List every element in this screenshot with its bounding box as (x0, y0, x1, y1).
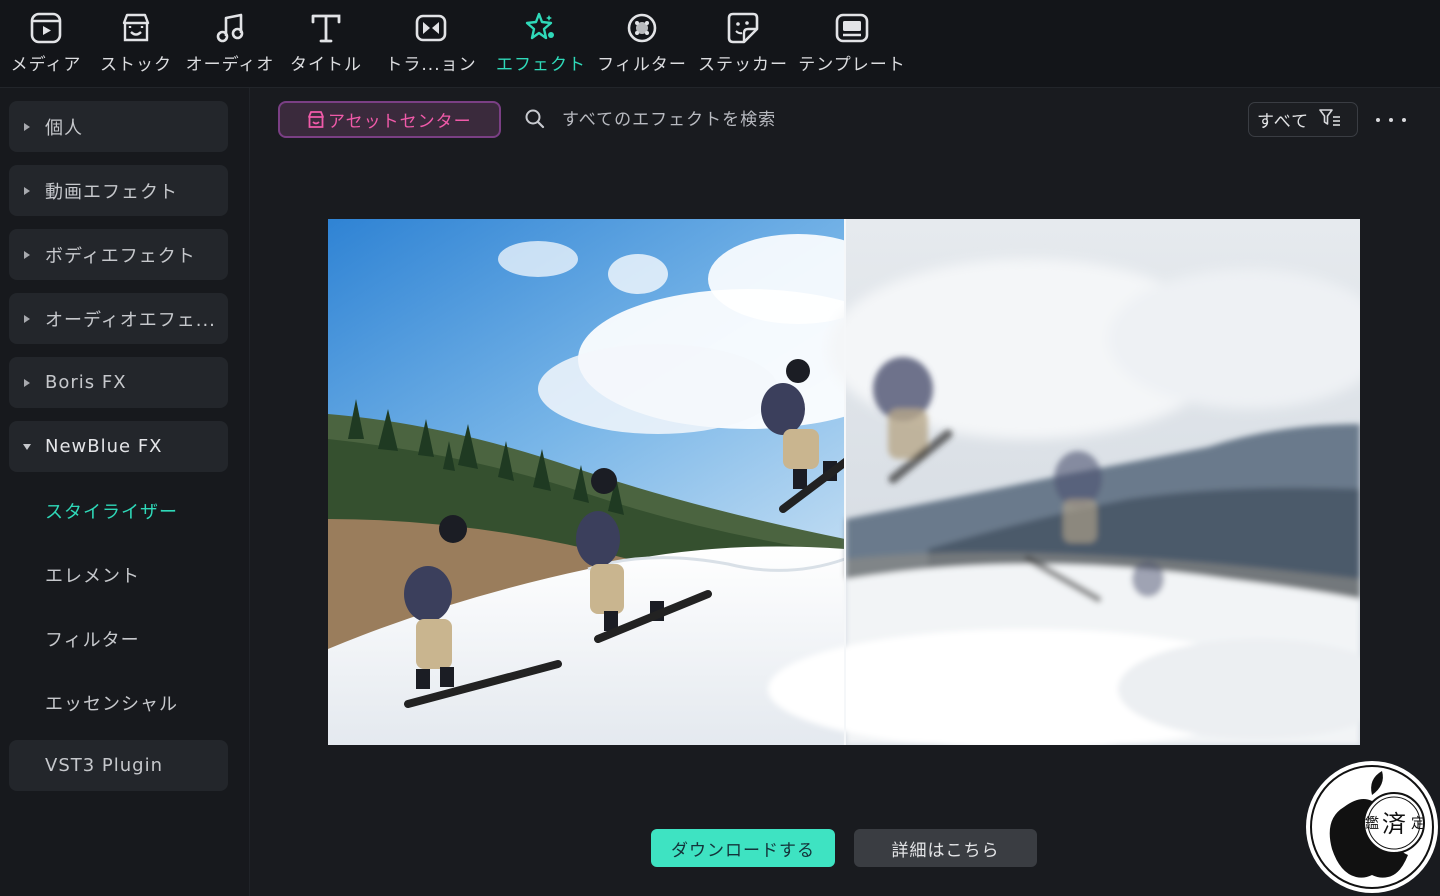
watermark-text-left: 鑑 (1365, 815, 1379, 832)
asset-center-label: アセットセンター (328, 112, 472, 132)
media-icon (26, 8, 66, 48)
asset-center-button[interactable]: アセットセンター (278, 101, 501, 138)
sidebar-category-personal[interactable]: 個人 (9, 101, 228, 152)
sidebar-category-label: Boris FX (45, 372, 127, 393)
sidebar-category-body-effects[interactable]: ボディエフェクト (9, 229, 228, 280)
sidebar-category-label: NewBlue FX (45, 436, 163, 457)
title-text-icon (306, 8, 346, 48)
sidebar-subitem-essential[interactable]: エッセンシャル (45, 690, 178, 720)
tool-title[interactable]: タイトル (288, 0, 364, 88)
sidebar-category-vst3-plugin[interactable]: VST3 Plugin (9, 740, 228, 791)
sidebar-subitem-filter[interactable]: フィルター (45, 626, 140, 656)
watermark-text-right: 定 (1411, 816, 1425, 832)
tool-label: テンプレート (798, 55, 906, 75)
sidebar-category-boris-fx[interactable]: Boris FX (9, 357, 228, 408)
chevron-right-icon (9, 314, 45, 324)
sticker-icon (723, 8, 763, 48)
sidebar-category-label: 個人 (45, 117, 83, 139)
sidebar-category-label: 動画エフェクト (45, 181, 178, 203)
filter-icon (622, 8, 662, 48)
chevron-right-icon (9, 186, 45, 196)
effect-sparkle-icon (521, 8, 561, 48)
tool-template[interactable]: テンプレート (798, 0, 906, 88)
store-icon (306, 110, 326, 134)
template-icon (832, 8, 872, 48)
transition-icon (411, 8, 451, 48)
download-button[interactable]: ダウンロードする (651, 829, 835, 867)
audio-note-icon (210, 8, 250, 48)
details-button[interactable]: 詳細はこちら (854, 829, 1037, 867)
filter-all-button[interactable]: すべて (1248, 102, 1358, 137)
filter-all-label: すべて (1257, 112, 1310, 132)
tool-stock[interactable]: ストック (98, 0, 174, 88)
tool-filter[interactable]: フィルター (596, 0, 688, 88)
tool-label: メディア (10, 55, 82, 75)
sidebar-category-video-effects[interactable]: 動画エフェクト (9, 165, 228, 216)
chevron-right-icon (9, 378, 45, 388)
sidebar-subitem-element[interactable]: エレメント (45, 562, 140, 592)
tool-label: オーディオ (185, 55, 275, 75)
sidebar-category-label: オーディオエフェ... (45, 309, 216, 331)
filter-funnel-icon (1319, 108, 1341, 132)
tool-effect[interactable]: エフェクト (496, 0, 586, 88)
tool-sticker[interactable]: ステッカー (696, 0, 790, 88)
search-icon (524, 108, 546, 134)
tool-label: エフェクト (496, 55, 586, 75)
apple-kantei-watermark-logo: 済 鑑 定 (1304, 755, 1440, 896)
sidebar-subitem-stylizer[interactable]: スタイライザー (45, 498, 178, 528)
search-input[interactable] (556, 104, 956, 136)
effect-preview-image (328, 219, 1360, 745)
watermark-text-main: 済 (1382, 810, 1406, 838)
tool-label: ストック (100, 55, 172, 75)
sidebar-category-newblue-fx[interactable]: NewBlue FX (9, 421, 228, 472)
sidebar-category-audio-effects[interactable]: オーディオエフェ... (9, 293, 228, 344)
tool-label: トラ...ョン (385, 55, 477, 75)
tool-media[interactable]: メディア (8, 0, 84, 88)
sidebar-category-label: VST3 Plugin (45, 755, 164, 776)
chevron-right-icon (9, 122, 45, 132)
stock-icon (116, 8, 156, 48)
chevron-right-icon (9, 250, 45, 260)
chevron-down-icon (9, 442, 45, 452)
tool-label: タイトル (290, 55, 362, 75)
tool-label: フィルター (597, 55, 687, 75)
tool-audio[interactable]: オーディオ (184, 0, 276, 88)
tool-label: ステッカー (698, 55, 788, 75)
sidebar-category-label: ボディエフェクト (45, 245, 196, 267)
more-options-icon[interactable] (1376, 110, 1406, 130)
tool-transition[interactable]: トラ...ョン (385, 0, 477, 88)
top-toolbar: メディア ストック オーディオ タイトル トラ...ョン エフェクト フィルター… (0, 0, 1440, 88)
